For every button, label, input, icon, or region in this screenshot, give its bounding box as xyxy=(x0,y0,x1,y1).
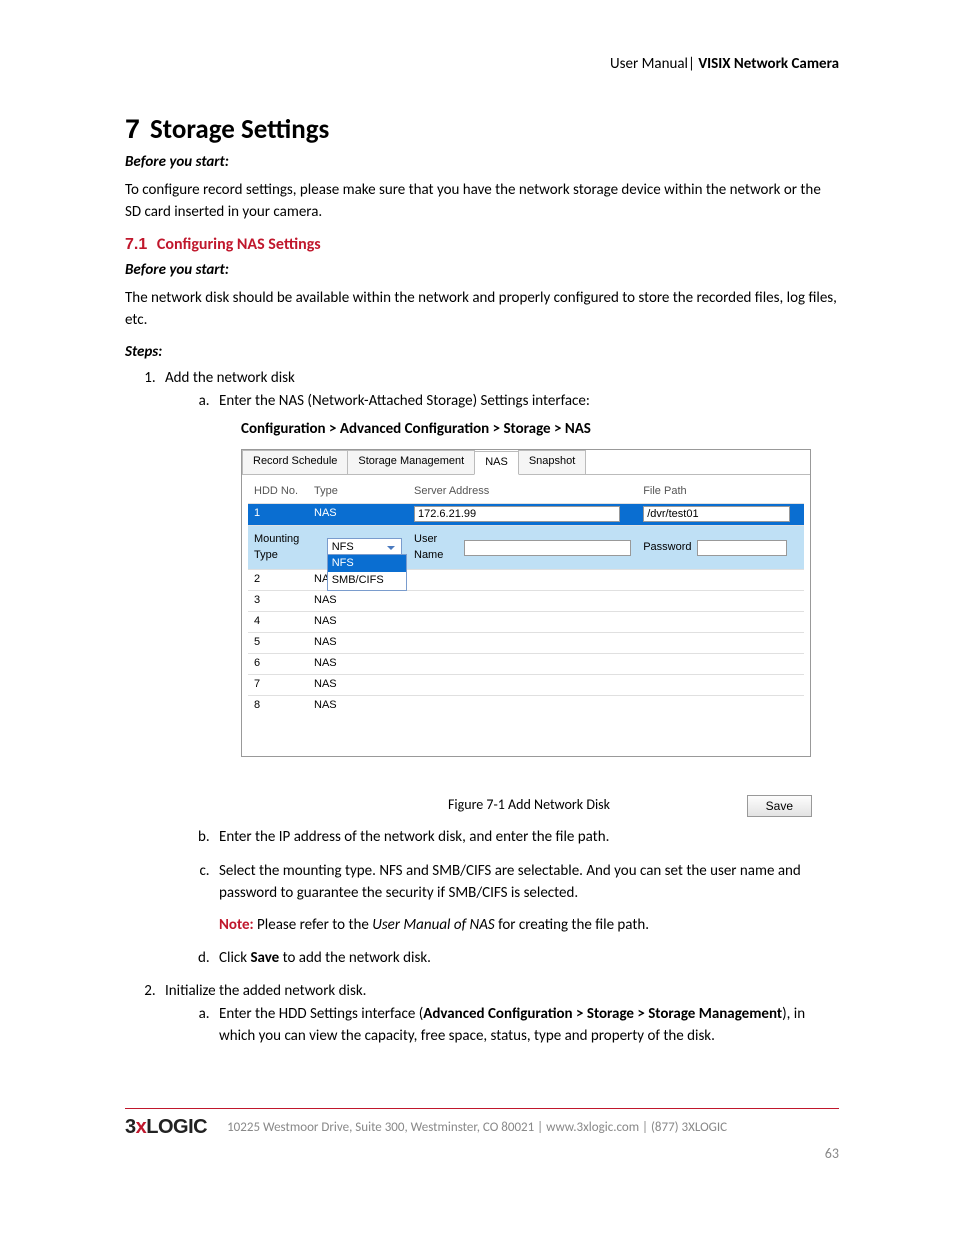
tab-snapshot[interactable]: Snapshot xyxy=(518,450,586,474)
step-1b: Enter the IP address of the network disk… xyxy=(213,827,839,849)
cell-type: NAS xyxy=(308,696,408,716)
table-row[interactable]: 4 NAS xyxy=(248,612,804,633)
step-1d-bold: Save xyxy=(250,949,279,967)
table-row[interactable]: 1 NAS xyxy=(248,503,804,525)
tab-storage-management[interactable]: Storage Management xyxy=(347,450,475,474)
header-right: VISIX Network Camera xyxy=(698,55,839,73)
mounting-row: Mounting Type NFS xyxy=(248,525,804,570)
nas-table: HDD No. Type Server Address File Path 1 xyxy=(248,481,804,716)
step-1a-text: Enter the NAS (Network-Attached Storage)… xyxy=(219,392,590,410)
save-button[interactable]: Save xyxy=(747,795,812,817)
footer-address: 10225 Westmoor Drive, Suite 300, Westmin… xyxy=(227,1120,727,1135)
mounting-type-select[interactable]: NFS NFS xyxy=(327,538,402,558)
table-row[interactable]: 7 NAS xyxy=(248,675,804,696)
step-1d-post: to add the network disk. xyxy=(279,949,431,967)
option-nfs[interactable]: NFS xyxy=(328,555,406,573)
mounting-type-dropdown[interactable]: NFS SMB/CIFS xyxy=(327,554,407,592)
option-smb-cifs[interactable]: SMB/CIFS xyxy=(328,572,406,590)
before-you-start-1: Before you start: xyxy=(125,152,839,174)
chapter-number: 7 xyxy=(125,114,140,145)
section-text: Configuring NAS Settings xyxy=(157,235,321,254)
cell-type: NAS xyxy=(308,675,408,696)
section-number: 7.1 xyxy=(125,236,147,253)
step-2a-bold: Advanced Configuration > Storage > Stora… xyxy=(423,1005,782,1023)
footer: 3xLOGIC 10225 Westmoor Drive, Suite 300,… xyxy=(125,1108,839,1138)
steps-label: Steps: xyxy=(125,342,839,364)
tab-nas[interactable]: NAS xyxy=(474,451,519,475)
cell-no: 8 xyxy=(248,696,308,716)
page-header: User Manual| VISIX Network Camera xyxy=(125,55,839,73)
password-label: Password xyxy=(643,540,691,556)
cell-no: 7 xyxy=(248,675,308,696)
brand-post: LOGIC xyxy=(146,1116,207,1138)
username-label: User Name xyxy=(414,532,459,564)
cell-no: 2 xyxy=(248,570,308,591)
cell-type: NAS xyxy=(308,591,408,612)
server-address-input[interactable] xyxy=(414,506,620,522)
note-italic: User Manual of NAS xyxy=(372,916,494,934)
table-row[interactable]: 5 NAS xyxy=(248,633,804,654)
col-server-address: Server Address xyxy=(408,481,637,503)
col-type: Type xyxy=(308,481,408,503)
note-pre: Please refer to the xyxy=(254,916,373,934)
step-1d: Click Save to add the network disk. xyxy=(213,948,839,970)
note-label: Note: xyxy=(219,916,254,934)
note-post: for creating the file path. xyxy=(495,916,649,934)
chapter-title: 7 Storage Settings xyxy=(125,113,839,146)
cell-no: 4 xyxy=(248,612,308,633)
cell-no: 6 xyxy=(248,654,308,675)
cell-no: 1 xyxy=(248,503,308,525)
table-row[interactable]: 6 NAS xyxy=(248,654,804,675)
col-file-path: File Path xyxy=(637,481,804,503)
step-1c: Select the mounting type. NFS and SMB/CI… xyxy=(213,861,839,936)
file-path-input[interactable] xyxy=(643,506,790,522)
nas-settings-screenshot: Record Schedule Storage Management NAS S… xyxy=(241,449,811,757)
tab-record-schedule[interactable]: Record Schedule xyxy=(242,450,348,474)
chevron-down-icon xyxy=(385,542,397,554)
chapter-text: Storage Settings xyxy=(150,113,329,146)
intro2-paragraph: The network disk should be available wit… xyxy=(125,288,839,332)
config-breadcrumb: Configuration > Advanced Configuration >… xyxy=(241,419,839,441)
step-2a-pre: Enter the HDD Settings interface ( xyxy=(219,1005,423,1023)
page-number: 63 xyxy=(825,1145,839,1162)
cell-type: NAS xyxy=(308,633,408,654)
mounting-type-label: Mounting Type xyxy=(254,532,322,564)
header-left: User Manual| xyxy=(610,55,695,73)
cell-no: 5 xyxy=(248,633,308,654)
brand-pre: 3 xyxy=(125,1116,136,1138)
section-title: 7.1 Configuring NAS Settings xyxy=(125,235,839,254)
step-1d-pre: Click xyxy=(219,949,250,967)
before-you-start-2: Before you start: xyxy=(125,260,839,282)
cell-type: NAS xyxy=(308,503,408,525)
table-row[interactable]: 3 NAS xyxy=(248,591,804,612)
step-2: Initialize the added network disk. Enter… xyxy=(159,982,839,1048)
cell-type: NAS xyxy=(308,612,408,633)
brand-x: x xyxy=(136,1116,147,1138)
step-1a: Enter the NAS (Network-Attached Storage)… xyxy=(213,391,839,815)
table-row[interactable]: 8 NAS xyxy=(248,696,804,716)
step-1: Add the network disk Enter the NAS (Netw… xyxy=(159,369,839,970)
step-1-text: Add the network disk xyxy=(165,369,295,387)
brand-logo: 3xLOGIC xyxy=(125,1116,207,1138)
step-2-text: Initialize the added network disk. xyxy=(165,982,366,1000)
step-1c-text: Select the mounting type. NFS and SMB/CI… xyxy=(219,862,801,902)
step-2a: Enter the HDD Settings interface (Advanc… xyxy=(213,1004,839,1048)
intro-paragraph: To configure record settings, please mak… xyxy=(125,180,839,224)
username-input[interactable] xyxy=(464,540,631,556)
cell-type: NAS xyxy=(308,654,408,675)
col-hdd-no: HDD No. xyxy=(248,481,308,503)
password-input[interactable] xyxy=(697,540,787,556)
tab-bar: Record Schedule Storage Management NAS S… xyxy=(242,450,810,475)
cell-no: 3 xyxy=(248,591,308,612)
